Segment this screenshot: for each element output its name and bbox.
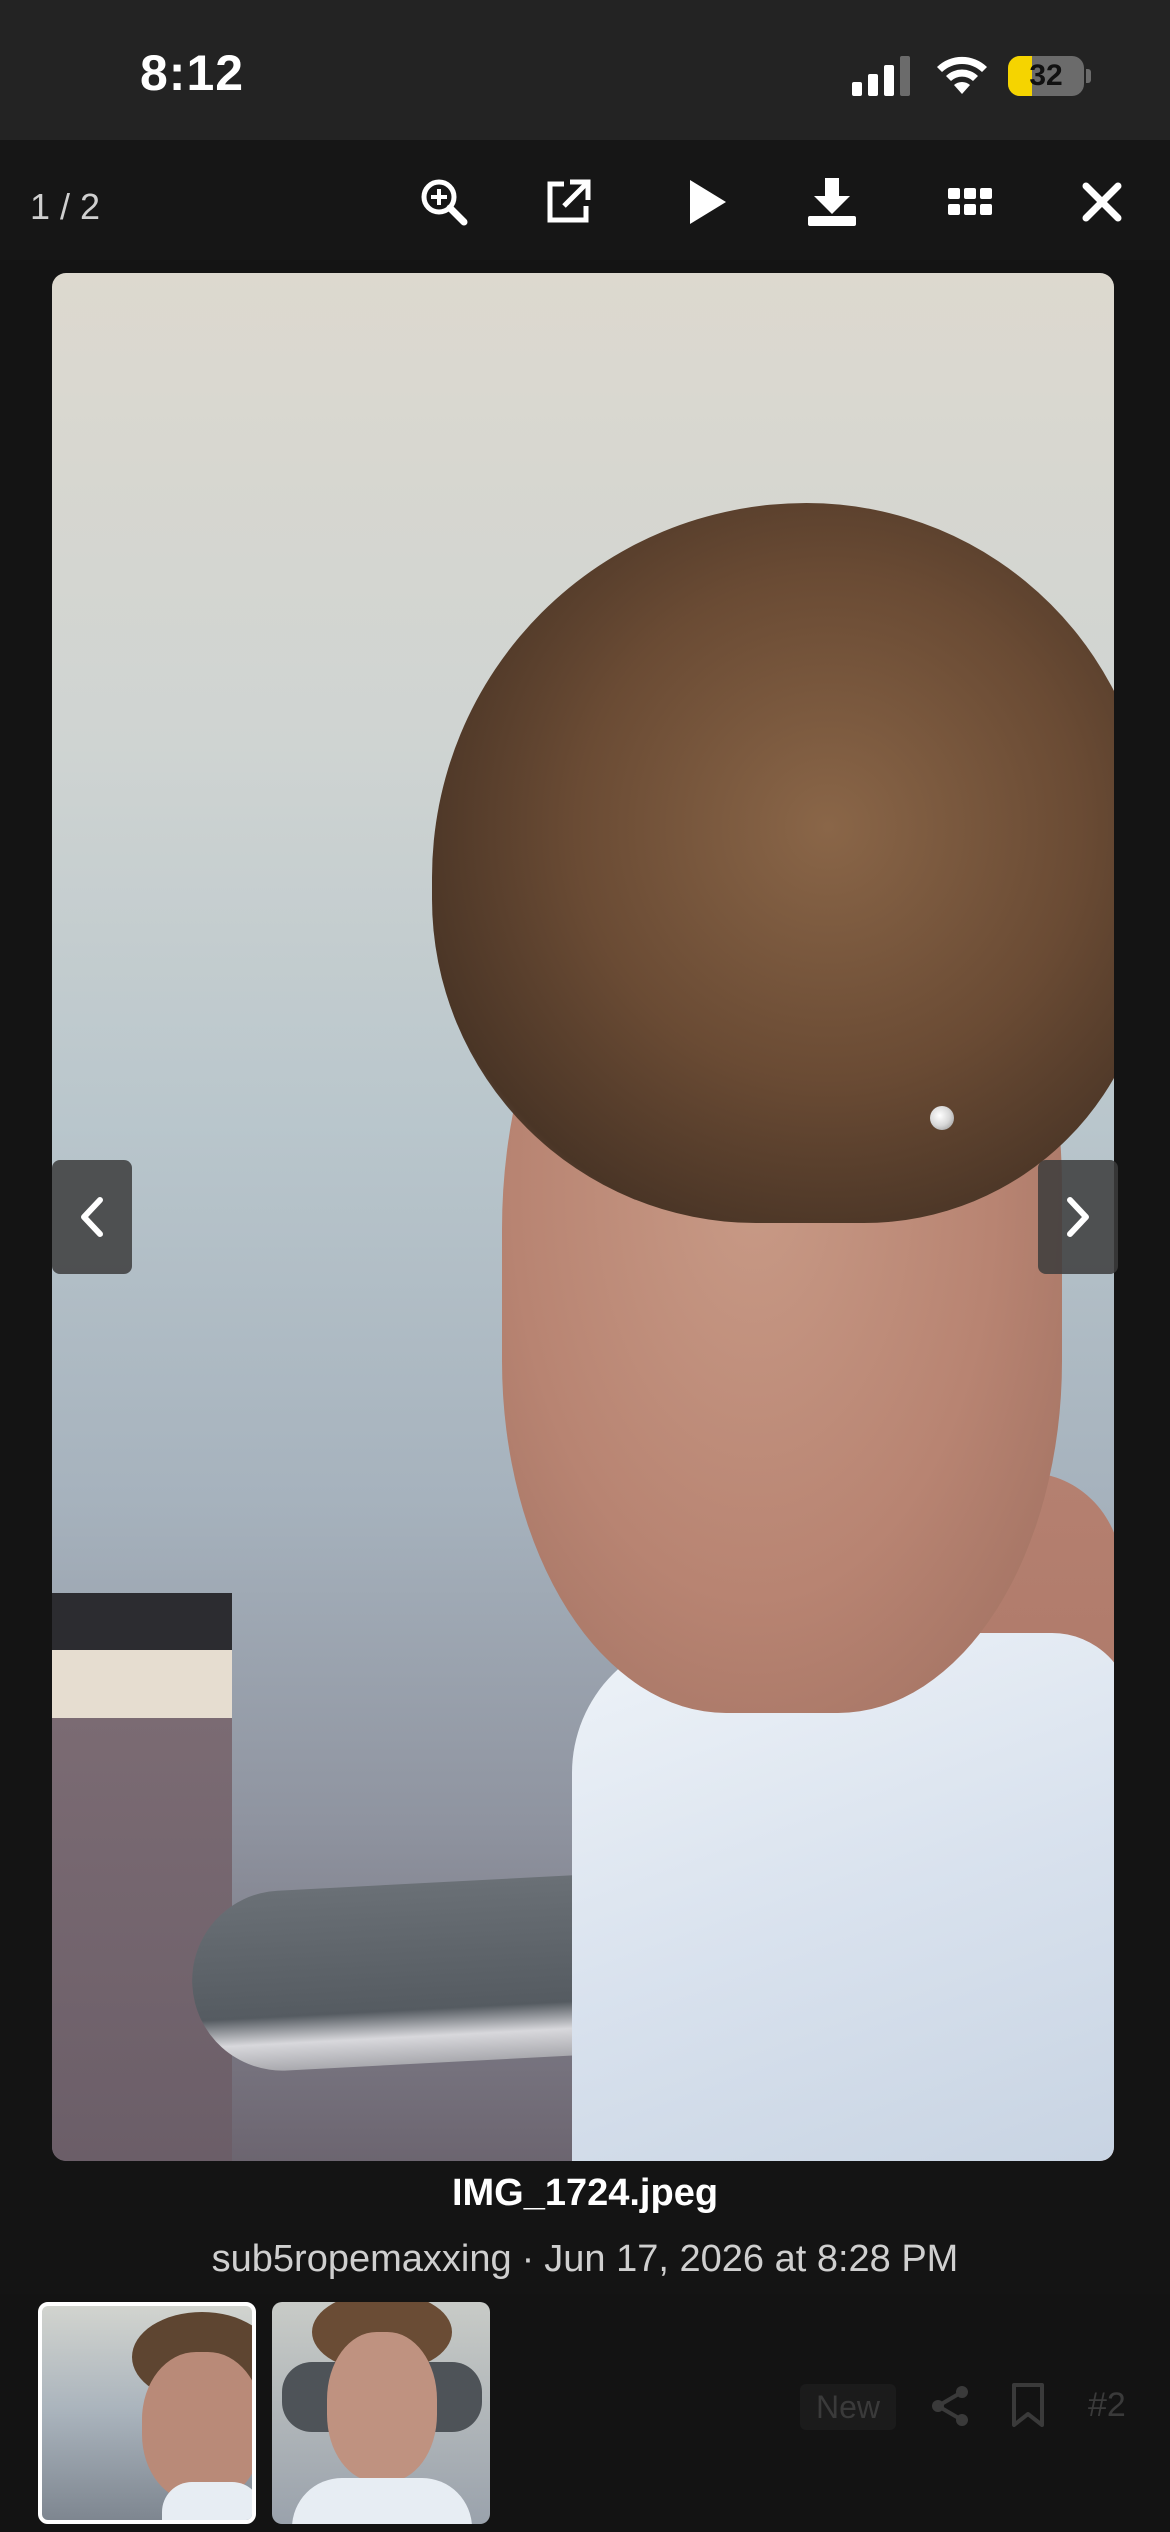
- share-icon[interactable]: [928, 2384, 972, 2428]
- download-icon[interactable]: [802, 172, 862, 232]
- battery-indicator: 32: [1008, 56, 1091, 96]
- play-icon[interactable]: [676, 172, 736, 232]
- zoom-in-icon[interactable]: [414, 172, 474, 232]
- bookmark-icon[interactable]: [1008, 2382, 1048, 2428]
- image-author[interactable]: sub5ropemaxxing: [212, 2238, 512, 2280]
- thumb-face: [142, 2352, 252, 2502]
- thumbnail-2[interactable]: [272, 2302, 490, 2524]
- thumbnail-1[interactable]: [38, 2302, 256, 2524]
- close-icon[interactable]: [1072, 172, 1132, 232]
- battery-nub: [1086, 69, 1091, 83]
- battery-percent: 32: [1029, 59, 1063, 92]
- thumb-shirt: [292, 2478, 472, 2524]
- image-filename: IMG_1724.jpeg: [451, 2172, 719, 2214]
- photo-earring: [930, 1106, 954, 1130]
- status-time: 8:12: [140, 45, 245, 101]
- wifi-icon: [937, 56, 987, 94]
- thumb-shirt: [162, 2482, 252, 2520]
- previous-image-button[interactable]: [52, 1160, 132, 1274]
- new-button[interactable]: New: [800, 2384, 896, 2430]
- image-counter: 1 / 2: [30, 186, 101, 227]
- chevron-left-icon: [81, 1197, 103, 1237]
- main-photo[interactable]: [52, 273, 1114, 2161]
- photo-hair: [432, 503, 1114, 1223]
- cellular-signal-icon: [852, 56, 910, 96]
- open-external-icon[interactable]: [538, 172, 598, 232]
- image-meta: sub5ropemaxxing · Jun 17, 2026 at 8:28 PM: [0, 2238, 1170, 2281]
- photo-desk: [52, 1593, 232, 2161]
- grid-icon[interactable]: [940, 172, 1000, 232]
- next-image-button[interactable]: [1038, 1160, 1118, 1274]
- chevron-right-icon: [1067, 1197, 1089, 1237]
- meta-separator: ·: [521, 2238, 535, 2280]
- image-date: Jun 17, 2026 at 8:28 PM: [544, 2238, 959, 2280]
- post-index: #2: [1088, 2386, 1126, 2424]
- thumb-face: [327, 2332, 437, 2482]
